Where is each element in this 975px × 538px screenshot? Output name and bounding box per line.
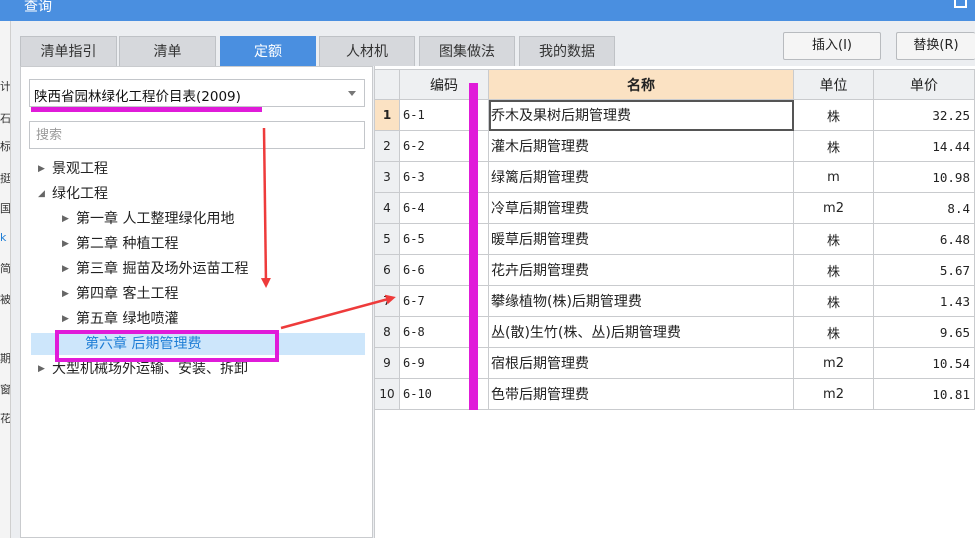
arrow-right (280, 294, 396, 330)
arrow-down (260, 127, 271, 288)
annotation-arrows (260, 127, 396, 330)
